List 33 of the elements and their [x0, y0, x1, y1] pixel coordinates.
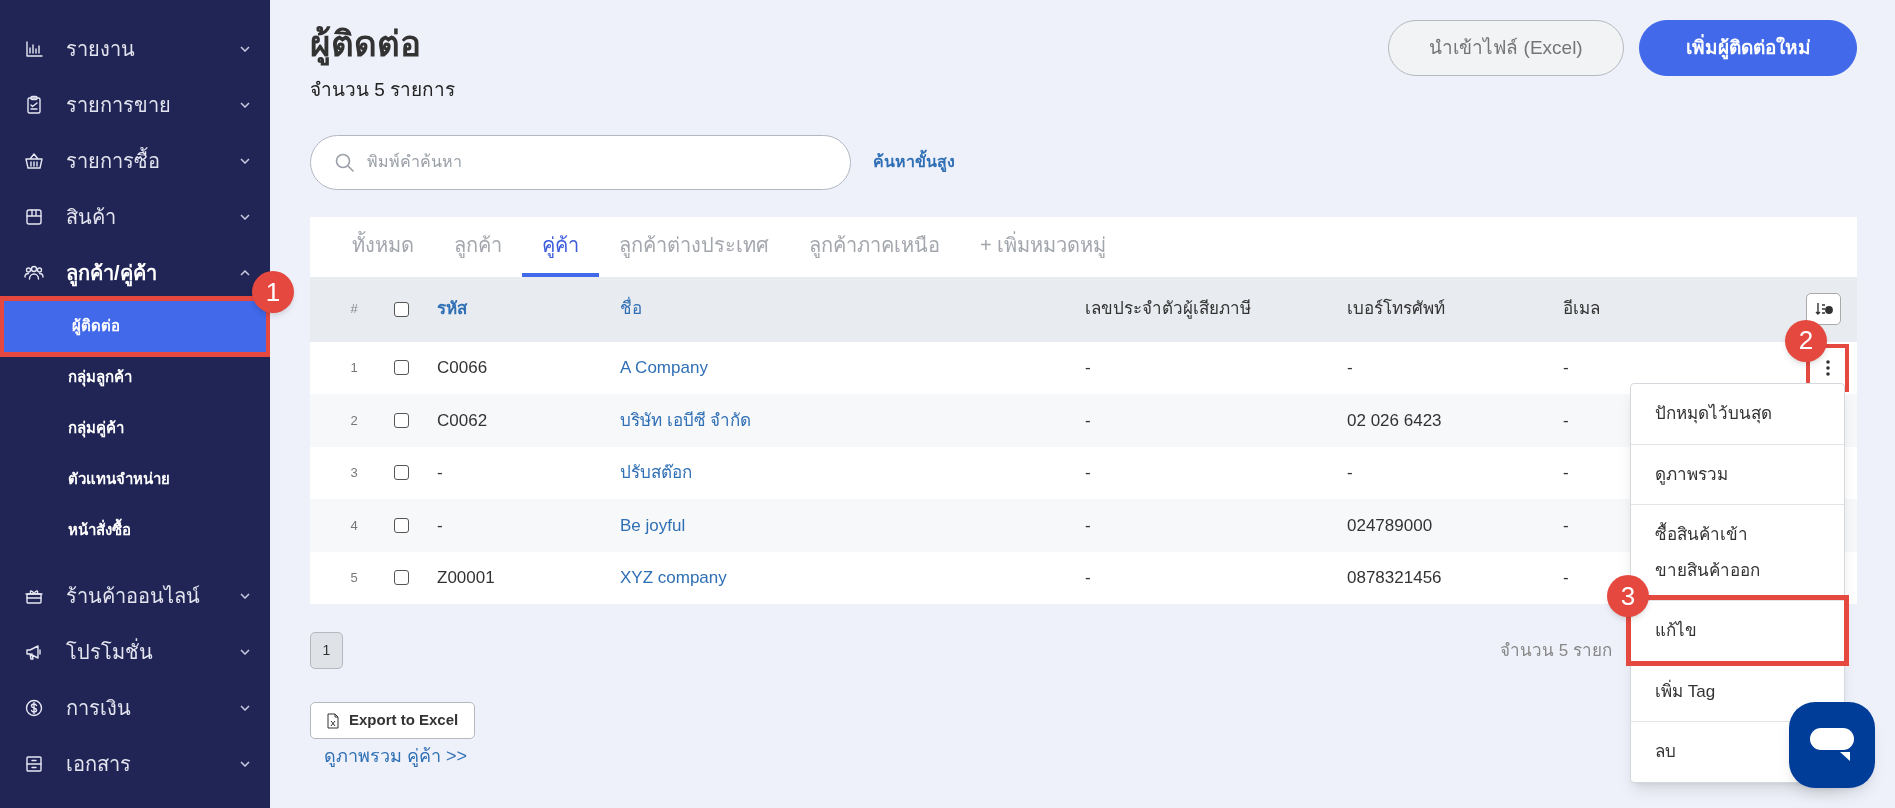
- table-cell-text: 0878321456: [1347, 567, 1443, 589]
- table-cell-text: Z00001: [437, 567, 496, 589]
- table-cell-text: -: [1085, 462, 1092, 484]
- row-number: 4: [349, 516, 359, 535]
- page-title: ผู้ติดต่อ: [310, 22, 456, 66]
- table-cell-text: -: [1563, 409, 1569, 432]
- table-cell-text: -: [1563, 514, 1569, 537]
- table-cell-text: 024789000: [1347, 514, 1434, 537]
- table-cell-text: -: [1085, 567, 1092, 589]
- table-cell-text: -: [437, 514, 444, 537]
- table-cell-text: -: [1563, 567, 1569, 589]
- column-header: เลขประจำตัวผู้เสียภาษี: [1085, 298, 1252, 321]
- table-cell-text: -: [1085, 409, 1092, 432]
- column-header: #: [349, 300, 359, 319]
- table-cell-text: -: [1347, 357, 1354, 379]
- step-badge: 3: [1607, 575, 1649, 617]
- row-number: 3: [349, 464, 359, 482]
- table-cell-text: -: [1347, 462, 1354, 484]
- table-cell-text: -: [1085, 514, 1092, 537]
- table-cell-text: C0062: [437, 409, 489, 432]
- column-header: เบอร์โทรศัพท์: [1347, 297, 1446, 321]
- row-number: 5: [349, 569, 359, 587]
- column-header: อีเมล: [1563, 298, 1600, 321]
- table-cell-text: 02 026 6423: [1347, 409, 1443, 432]
- table-cell-text: C0066: [437, 357, 489, 379]
- table-cell-text: -: [1563, 462, 1569, 484]
- table-cell-text: -: [1563, 357, 1569, 379]
- row-number: 2: [349, 411, 359, 430]
- record-summary: จำนวน 5 รายก: [1500, 639, 1612, 662]
- table-cell-text: -: [437, 462, 444, 484]
- record-count: จำนวน 5 รายการ: [310, 78, 456, 102]
- table-cell-text: -: [1085, 357, 1092, 379]
- row-number: 1: [349, 359, 359, 377]
